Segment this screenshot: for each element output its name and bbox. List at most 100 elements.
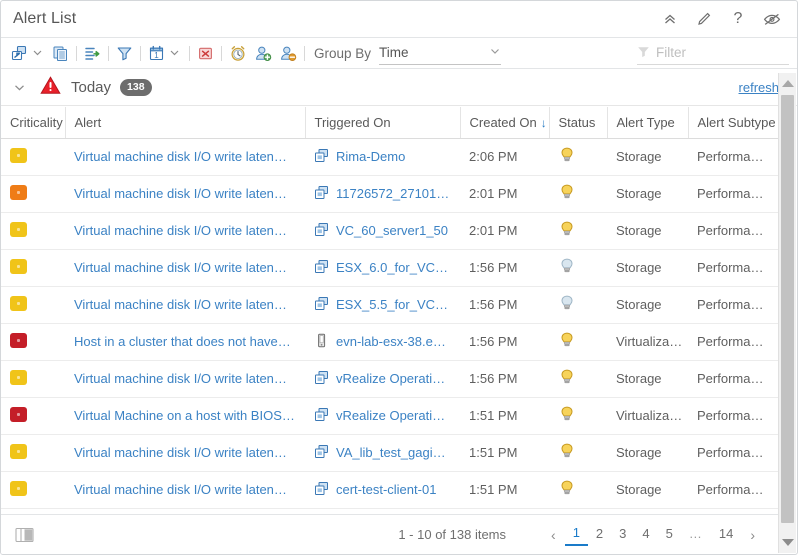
help-icon[interactable]: ? <box>729 10 747 28</box>
vertical-scrollbar[interactable] <box>778 73 796 553</box>
alert-link[interactable]: Virtual machine disk I/O write laten… <box>74 260 296 275</box>
cancel-alert-icon[interactable] <box>197 45 214 62</box>
cell-alert-type: Storage <box>607 212 688 250</box>
cell-created-on: 1:56 PM <box>460 286 549 324</box>
table-row[interactable]: Virtual machine disk I/O write laten… cer… <box>1 471 778 509</box>
svg-text:1: 1 <box>154 50 159 59</box>
triggered-on-link[interactable]: Rima-Demo <box>336 149 405 164</box>
refresh-link[interactable]: refresh <box>739 80 779 95</box>
scroll-up-button[interactable] <box>779 75 796 92</box>
page-button-1[interactable]: 1 <box>564 523 588 546</box>
criticality-badge <box>10 332 27 348</box>
cell-status <box>549 175 607 213</box>
external-link-icon[interactable] <box>11 45 28 62</box>
alert-link[interactable]: Virtual machine disk I/O write laten… <box>74 445 296 460</box>
collapse-icon[interactable] <box>661 10 679 28</box>
chevron-down-icon[interactable] <box>169 46 180 61</box>
grid-footer: 1 - 10 of 138 items ‹ 1 2 3 4 5 … 14 › <box>1 514 778 554</box>
bulb-on-icon <box>558 406 576 426</box>
cell-triggered-on: vRealize Operatio… <box>305 360 460 398</box>
triggered-on-link[interactable]: VA_lib_test_gagi… <box>336 445 446 460</box>
page-button-14[interactable]: 14 <box>711 524 741 545</box>
page-ellipsis: … <box>688 526 703 541</box>
page-button-4[interactable]: 4 <box>634 524 657 545</box>
scroll-down-button[interactable] <box>779 534 796 551</box>
hide-icon[interactable] <box>763 10 781 28</box>
bulb-on-icon <box>558 184 576 204</box>
column-header-status[interactable]: Status <box>549 107 608 139</box>
edit-icon[interactable] <box>695 10 713 28</box>
cell-criticality <box>1 323 65 361</box>
column-header-triggered-on[interactable]: Triggered On <box>305 107 461 139</box>
triggered-on-link[interactable]: vRealize Operatio… <box>336 408 451 423</box>
next-page-button[interactable]: › <box>741 527 764 543</box>
triggered-on-link[interactable]: ESX_5.5_for_VC… <box>336 297 448 312</box>
cell-alert-subtype: Performa… <box>688 138 778 176</box>
cell-alert-type: Storage <box>607 434 688 472</box>
column-header-alert-type[interactable]: Alert Type <box>607 107 689 139</box>
copy-icon[interactable] <box>52 45 69 62</box>
criticality-badge <box>10 258 27 274</box>
split-panel-icon[interactable] <box>15 527 35 543</box>
column-header-criticality[interactable]: Criticality <box>1 107 66 139</box>
suspend-alert-icon[interactable] <box>229 45 247 62</box>
alert-link[interactable]: Virtual machine disk I/O write laten… <box>74 149 296 164</box>
table-row[interactable]: Virtual machine disk I/O write laten… ESX… <box>1 249 778 287</box>
prev-page-button[interactable]: ‹ <box>542 527 565 543</box>
calendar-icon[interactable]: 1 <box>148 45 165 62</box>
triggered-on-link[interactable]: 11726572_271017… <box>336 186 451 201</box>
bulb-on-icon <box>558 332 576 352</box>
alert-link[interactable]: Virtual machine disk I/O write laten… <box>74 186 296 201</box>
page-button-3[interactable]: 3 <box>611 524 634 545</box>
cell-alert: Virtual machine disk I/O write laten… <box>65 286 305 324</box>
cell-created-on: 1:51 PM <box>460 471 549 509</box>
table-row[interactable]: Virtual machine disk I/O write laten… VA_… <box>1 434 778 472</box>
filter-funnel-icon[interactable] <box>116 45 133 62</box>
toolbar-divider <box>221 45 222 61</box>
cell-triggered-on: 11726572_271017… <box>305 175 460 213</box>
triggered-on-link[interactable]: vRealize Operatio… <box>336 371 451 386</box>
table-row[interactable]: Virtual Machine on a host with BIOS… vRea… <box>1 397 778 435</box>
bulb-on-icon <box>558 480 576 500</box>
table-row[interactable]: Virtual machine disk I/O write laten… VC_… <box>1 212 778 250</box>
table-row[interactable]: Host in a cluster that does not have… evn… <box>1 323 778 361</box>
alert-link[interactable]: Virtual machine disk I/O write laten… <box>74 482 296 497</box>
alert-link[interactable]: Host in a cluster that does not have… <box>74 334 296 349</box>
chevron-down-icon[interactable] <box>13 81 26 94</box>
triggered-on-link[interactable]: cert-test-client-01 <box>336 482 436 497</box>
page-title: Alert List <box>13 10 77 27</box>
column-header-created-on[interactable]: Created On ↓ <box>460 107 550 139</box>
chevron-down-icon[interactable] <box>32 46 43 61</box>
triggered-on-link[interactable]: VC_60_server1_50 <box>336 223 448 238</box>
criticality-badge <box>10 221 27 237</box>
critical-warning-icon <box>40 76 61 98</box>
page-button-2[interactable]: 2 <box>588 524 611 545</box>
toolbar-divider <box>76 45 77 61</box>
column-header-alert[interactable]: Alert <box>65 107 306 139</box>
table-row[interactable]: Virtual machine disk I/O write laten… 117… <box>1 175 778 213</box>
alert-link[interactable]: Virtual machine disk I/O write laten… <box>74 371 296 386</box>
alert-link[interactable]: Virtual Machine on a host with BIOS… <box>74 408 296 423</box>
scrollbar-thumb[interactable] <box>781 95 794 523</box>
filter-input[interactable]: Filter <box>637 42 789 65</box>
alert-link[interactable]: Virtual machine disk I/O write laten… <box>74 223 296 238</box>
cell-criticality <box>1 397 65 435</box>
cell-alert-type: Storage <box>607 138 688 176</box>
table-row[interactable]: Virtual machine disk I/O write laten… Rim… <box>1 138 778 176</box>
cell-created-on: 2:01 PM <box>460 175 549 213</box>
column-header-alert-subtype[interactable]: Alert Subtype <box>688 107 778 139</box>
cell-alert: Virtual machine disk I/O write laten… <box>65 434 305 472</box>
group-by-select[interactable]: Time <box>379 42 502 65</box>
alert-link[interactable]: Virtual machine disk I/O write laten… <box>74 297 296 312</box>
criticality-badge <box>10 480 27 496</box>
triggered-on-link[interactable]: ESX_6.0_for_VC… <box>336 260 448 275</box>
table-row[interactable]: Virtual machine disk I/O write laten… vRe… <box>1 360 778 398</box>
export-icon[interactable] <box>84 45 101 62</box>
release-ownership-icon[interactable] <box>279 45 297 62</box>
table-row[interactable]: Virtual machine disk I/O write laten… ESX… <box>1 286 778 324</box>
triggered-on-link[interactable]: evn-lab-esx-38.e… <box>336 334 446 349</box>
cell-alert: Host in a cluster that does not have… <box>65 323 305 361</box>
page-button-5[interactable]: 5 <box>658 524 681 545</box>
take-ownership-icon[interactable] <box>254 45 272 62</box>
group-header-today[interactable]: Today 138 refresh <box>1 69 797 106</box>
